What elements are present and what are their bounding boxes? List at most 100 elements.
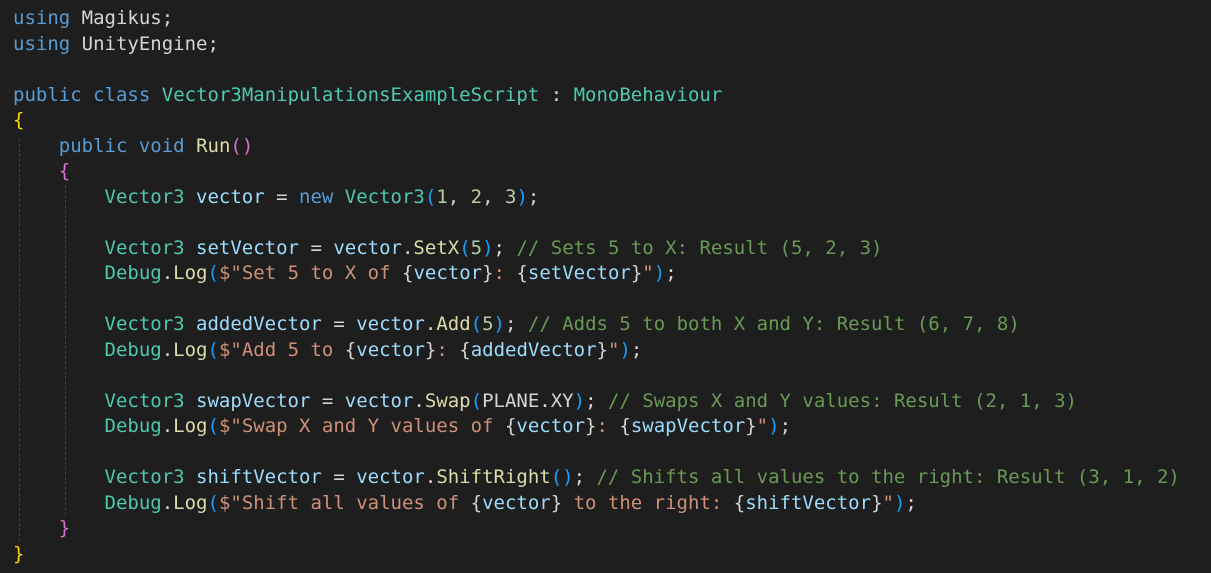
code-text: } bbox=[585, 415, 597, 437]
string-literal: $"Swap X and Y values of bbox=[218, 415, 505, 437]
code-line[interactable]: public void Run() bbox=[13, 134, 1180, 160]
code-text: : bbox=[539, 83, 574, 106]
bracket: () bbox=[230, 134, 254, 157]
code-line[interactable]: ​ bbox=[13, 363, 1180, 389]
code-line[interactable]: ​ bbox=[13, 57, 1180, 83]
type-name: Vector3 bbox=[104, 389, 185, 412]
keyword: using bbox=[13, 7, 71, 29]
code-text: { bbox=[619, 415, 631, 437]
bracket: } bbox=[13, 542, 25, 565]
bracket: { bbox=[13, 109, 25, 131]
code-text: } bbox=[745, 415, 757, 437]
bracket: ) bbox=[619, 338, 631, 361]
variable: shiftVector bbox=[745, 491, 872, 514]
code-text: ; bbox=[505, 313, 528, 335]
code-text: ; bbox=[573, 466, 597, 488]
code-text: , bbox=[482, 185, 506, 208]
variable: vector bbox=[344, 389, 414, 412]
code-text: ; bbox=[665, 262, 677, 284]
keyword: using bbox=[13, 32, 71, 55]
function-name: Log bbox=[173, 262, 208, 284]
code-line[interactable]: ​ bbox=[13, 440, 1180, 466]
code-line[interactable]: using UnityEngine; bbox=[13, 32, 1180, 58]
code-line[interactable]: Debug.Log($"Add 5 to {vector}: {addedVec… bbox=[13, 338, 1180, 364]
type-name: Vector3 bbox=[344, 185, 425, 208]
code-text: } bbox=[596, 338, 608, 361]
code-line[interactable]: ​ bbox=[13, 287, 1180, 313]
bracket: ) bbox=[893, 491, 906, 514]
keyword: public bbox=[13, 83, 82, 106]
code-text: XY bbox=[550, 389, 574, 412]
code-text: . bbox=[424, 313, 437, 335]
number-literal: 5 bbox=[470, 236, 483, 259]
code-text: . bbox=[539, 389, 551, 412]
code-editor[interactable]: using Magikus;using UnityEngine;​public … bbox=[0, 0, 1211, 573]
code-line[interactable]: { bbox=[13, 108, 1180, 134]
code-text: = bbox=[310, 389, 345, 412]
code-area[interactable]: using Magikus;using UnityEngine;​public … bbox=[13, 6, 1180, 567]
code-line[interactable]: } bbox=[13, 516, 1180, 542]
string-literal: " bbox=[607, 338, 620, 361]
code-text: . bbox=[401, 236, 414, 259]
code-line[interactable]: Debug.Log($"Swap X and Y values of {vect… bbox=[13, 414, 1180, 440]
code-line[interactable]: { bbox=[13, 159, 1180, 185]
code-line[interactable]: Vector3 shiftVector = vector.ShiftRight(… bbox=[13, 465, 1180, 491]
code-line[interactable]: public class Vector3ManipulationsExample… bbox=[13, 83, 1180, 109]
code-text: = bbox=[299, 236, 334, 259]
code-text: { bbox=[459, 338, 471, 361]
code-line[interactable]: } bbox=[13, 542, 1180, 568]
code-text: = bbox=[264, 185, 300, 208]
variable: vector bbox=[196, 185, 265, 208]
code-line[interactable]: Vector3 setVector = vector.SetX(5); // S… bbox=[13, 236, 1180, 262]
string-literal: : bbox=[493, 262, 517, 284]
variable: setVector bbox=[527, 262, 631, 284]
comment: // Swaps X and Y values: Result (2, 1, 3… bbox=[607, 389, 1077, 412]
type-name: Vector3 bbox=[104, 313, 185, 335]
code-text: ; bbox=[161, 7, 174, 29]
code-line[interactable]: Vector3 vector = new Vector3(1, 2, 3); bbox=[13, 185, 1180, 211]
code-text: { bbox=[470, 491, 483, 514]
code-line[interactable]: using Magikus; bbox=[13, 6, 1180, 32]
keyword: void bbox=[138, 134, 185, 157]
code-text: . bbox=[413, 389, 425, 412]
code-text: ; bbox=[905, 491, 917, 514]
type-name: Vector3ManipulationsExampleScript bbox=[161, 83, 540, 106]
code-text: PLANE bbox=[482, 389, 540, 412]
function-name: Swap bbox=[424, 389, 471, 412]
function-name: Log bbox=[173, 415, 208, 437]
code-text: . bbox=[424, 466, 437, 488]
string-literal: " bbox=[642, 262, 654, 284]
code-line[interactable]: Vector3 addedVector = vector.Add(5); // … bbox=[13, 312, 1180, 338]
code-line[interactable]: ​ bbox=[13, 210, 1180, 236]
code-line[interactable]: Vector3 swapVector = vector.Swap(PLANE.X… bbox=[13, 389, 1180, 415]
keyword: class bbox=[93, 83, 151, 106]
code-text: . bbox=[161, 415, 174, 437]
code-line[interactable]: Debug.Log($"Shift all values of {vector}… bbox=[13, 491, 1180, 517]
variable: addedVector bbox=[196, 313, 322, 335]
number-literal: 5 bbox=[482, 313, 494, 335]
bracket: ( bbox=[207, 415, 219, 437]
code-text: } bbox=[424, 338, 437, 361]
string-literal: to the right: bbox=[562, 491, 734, 514]
bracket: ( bbox=[207, 491, 219, 514]
code-text: { bbox=[733, 491, 746, 514]
code-line[interactable]: Debug.Log($"Set 5 to X of {vector}: {set… bbox=[13, 261, 1180, 287]
code-text: UnityEngine bbox=[70, 32, 208, 55]
type-name: Vector3 bbox=[104, 236, 185, 259]
string-literal: " bbox=[882, 491, 894, 514]
